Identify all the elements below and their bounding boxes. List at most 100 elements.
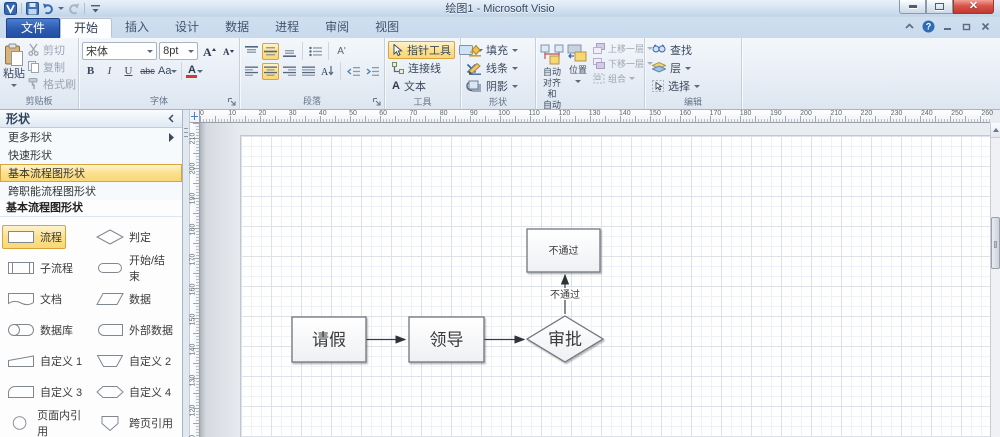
maximize-button[interactable] xyxy=(926,0,953,14)
strikethrough-button[interactable]: abc xyxy=(139,63,156,80)
layers-button[interactable]: 层 xyxy=(648,59,738,77)
window-controls: ✕ xyxy=(899,0,994,14)
align-bottom-button[interactable] xyxy=(281,43,298,60)
font-size-combo[interactable]: 8pt xyxy=(159,42,198,60)
ruler-origin-crosshair[interactable] xyxy=(190,110,200,123)
flow-node-approve[interactable]: 审批 xyxy=(525,315,605,363)
h-ruler-label: 230 xyxy=(890,110,903,117)
align-bottom-icon xyxy=(283,46,296,57)
font-dialog-launcher-icon[interactable] xyxy=(227,97,237,107)
bold-button[interactable]: B xyxy=(82,63,99,80)
font-name-value: 宋体 xyxy=(86,46,108,58)
stencil-nav-item[interactable]: 基本流程图形状 xyxy=(0,164,182,182)
save-icon[interactable] xyxy=(26,1,39,15)
copy-button[interactable]: 复制 xyxy=(25,58,78,75)
tab-插入[interactable]: 插入 xyxy=(112,18,162,38)
tab-设计[interactable]: 设计 xyxy=(162,18,212,38)
text-tool-button[interactable]: A 文本 xyxy=(388,77,455,95)
connector-tool-button[interactable]: 连接线 xyxy=(388,59,455,77)
shapes-panel-header: 形状 xyxy=(0,110,182,128)
svg-text:?: ? xyxy=(926,22,932,32)
stencil-shape-database[interactable]: 数据库 xyxy=(2,318,91,342)
pointer-tool-icon xyxy=(392,44,403,56)
pointer-tool-button[interactable]: 指针工具 xyxy=(388,41,455,59)
stencil-shape-data[interactable]: 数据 xyxy=(91,287,180,311)
paste-button[interactable]: 粘贴 xyxy=(3,41,25,94)
tab-开始[interactable]: 开始 xyxy=(60,18,113,38)
justify-button[interactable] xyxy=(300,63,317,80)
stencil-shape-custom3[interactable]: 自定义 3 xyxy=(2,380,91,404)
align-right-button[interactable] xyxy=(281,63,298,80)
tab-视图[interactable]: 视图 xyxy=(362,18,412,38)
ribbon-window-controls: ? xyxy=(903,20,992,33)
drawing-canvas[interactable]: 不通过请假 领导 审批 不通过 xyxy=(200,123,990,437)
stencil-shape-external-data[interactable]: 外部数据 xyxy=(91,318,180,342)
stencil-shape-custom1[interactable]: 自定义 1 xyxy=(2,349,91,373)
doc-restore-icon[interactable] xyxy=(960,20,973,33)
stencil-shape-inpage-ref[interactable]: 页面内引用 xyxy=(2,404,91,437)
align-center-button[interactable] xyxy=(262,62,279,80)
tab-审阅[interactable]: 审阅 xyxy=(312,18,362,38)
tab-进程[interactable]: 进程 xyxy=(262,18,312,38)
redo-icon[interactable] xyxy=(67,2,80,15)
tab-数据[interactable]: 数据 xyxy=(212,18,262,38)
change-case-button[interactable]: Aa xyxy=(158,63,178,80)
close-button[interactable]: ✕ xyxy=(953,0,994,14)
font-name-combo[interactable]: 宋体 xyxy=(82,42,158,60)
minimize-button[interactable] xyxy=(899,0,926,14)
align-left-button[interactable] xyxy=(243,63,260,80)
stencil-nav-item[interactable]: 跨职能流程图形状 xyxy=(0,182,182,200)
h-ruler-label: 190 xyxy=(769,110,782,117)
flow-node-reject[interactable]: 不通过 xyxy=(526,228,601,273)
select-button[interactable]: 选择 xyxy=(648,77,738,95)
shrink-font-button[interactable]: A xyxy=(219,43,236,60)
vertical-scrollbar[interactable] xyxy=(990,123,1000,437)
stencil-nav-item[interactable]: 快速形状 xyxy=(0,146,182,164)
minimize-ribbon-icon[interactable] xyxy=(903,20,916,33)
cut-button[interactable]: 剪切 xyxy=(25,41,78,58)
bullets-button[interactable] xyxy=(307,43,324,60)
panel-splitter[interactable] xyxy=(183,110,190,437)
stencil-shape-custom2[interactable]: 自定义 2 xyxy=(91,349,180,373)
doc-minimize-icon[interactable] xyxy=(941,20,954,33)
text-direction-button[interactable]: A xyxy=(319,63,336,80)
stencil-shape-decision[interactable]: 判定 xyxy=(91,225,180,249)
group-editing: 查找 层 选择 编辑 xyxy=(645,38,742,109)
visio-app-icon[interactable] xyxy=(4,1,17,15)
text-options-button[interactable]: A' xyxy=(333,43,350,60)
undo-dropdown-icon[interactable] xyxy=(58,6,64,10)
format-painter-button[interactable]: 格式刷 xyxy=(25,75,78,92)
line-button[interactable]: 线条 xyxy=(464,59,532,77)
italic-button[interactable]: I xyxy=(101,63,118,80)
paragraph-dialog-launcher-icon[interactable] xyxy=(372,97,382,107)
undo-icon[interactable] xyxy=(42,2,55,15)
stencil-shape-offpage-ref[interactable]: 跨页引用 xyxy=(91,411,180,435)
shadow-button[interactable]: 阴影 xyxy=(464,77,532,95)
font-color-button[interactable]: A xyxy=(186,63,204,80)
qat-customize-icon[interactable] xyxy=(89,2,102,15)
tab-file[interactable]: 文件 xyxy=(6,18,61,38)
help-icon[interactable]: ? xyxy=(922,20,935,33)
collapse-panel-icon[interactable] xyxy=(167,114,176,123)
scrollbar-thumb[interactable] xyxy=(991,217,1000,269)
align-middle-button[interactable] xyxy=(262,42,279,60)
find-button[interactable]: 查找 xyxy=(648,41,738,59)
decrease-indent-button[interactable] xyxy=(345,63,362,80)
stencil-shape-document[interactable]: 文档 xyxy=(2,287,91,311)
stencil-nav-item[interactable]: 更多形状 xyxy=(0,128,182,146)
stencil-shape-custom4[interactable]: 自定义 4 xyxy=(91,380,180,404)
stencil-shape-subprocess[interactable]: 子流程 xyxy=(2,256,91,280)
grow-font-button[interactable]: A xyxy=(200,43,217,60)
increase-indent-button[interactable] xyxy=(364,63,381,80)
flow-node-leader[interactable]: 领导 xyxy=(408,316,485,363)
underline-button[interactable]: U xyxy=(120,63,137,80)
align-top-button[interactable] xyxy=(243,43,260,60)
scroll-up-icon[interactable] xyxy=(991,123,1000,138)
fill-button[interactable]: 填充 xyxy=(464,41,532,59)
flow-node-request[interactable]: 请假 xyxy=(291,316,367,363)
stencil-shape-process[interactable]: 流程 xyxy=(2,224,91,249)
doc-close-icon[interactable] xyxy=(979,20,992,33)
stencil-shape-startend[interactable]: 开始/结束 xyxy=(91,249,180,287)
connector-label[interactable]: 不通过 xyxy=(549,287,582,303)
h-ruler-label: 240 xyxy=(920,110,933,117)
